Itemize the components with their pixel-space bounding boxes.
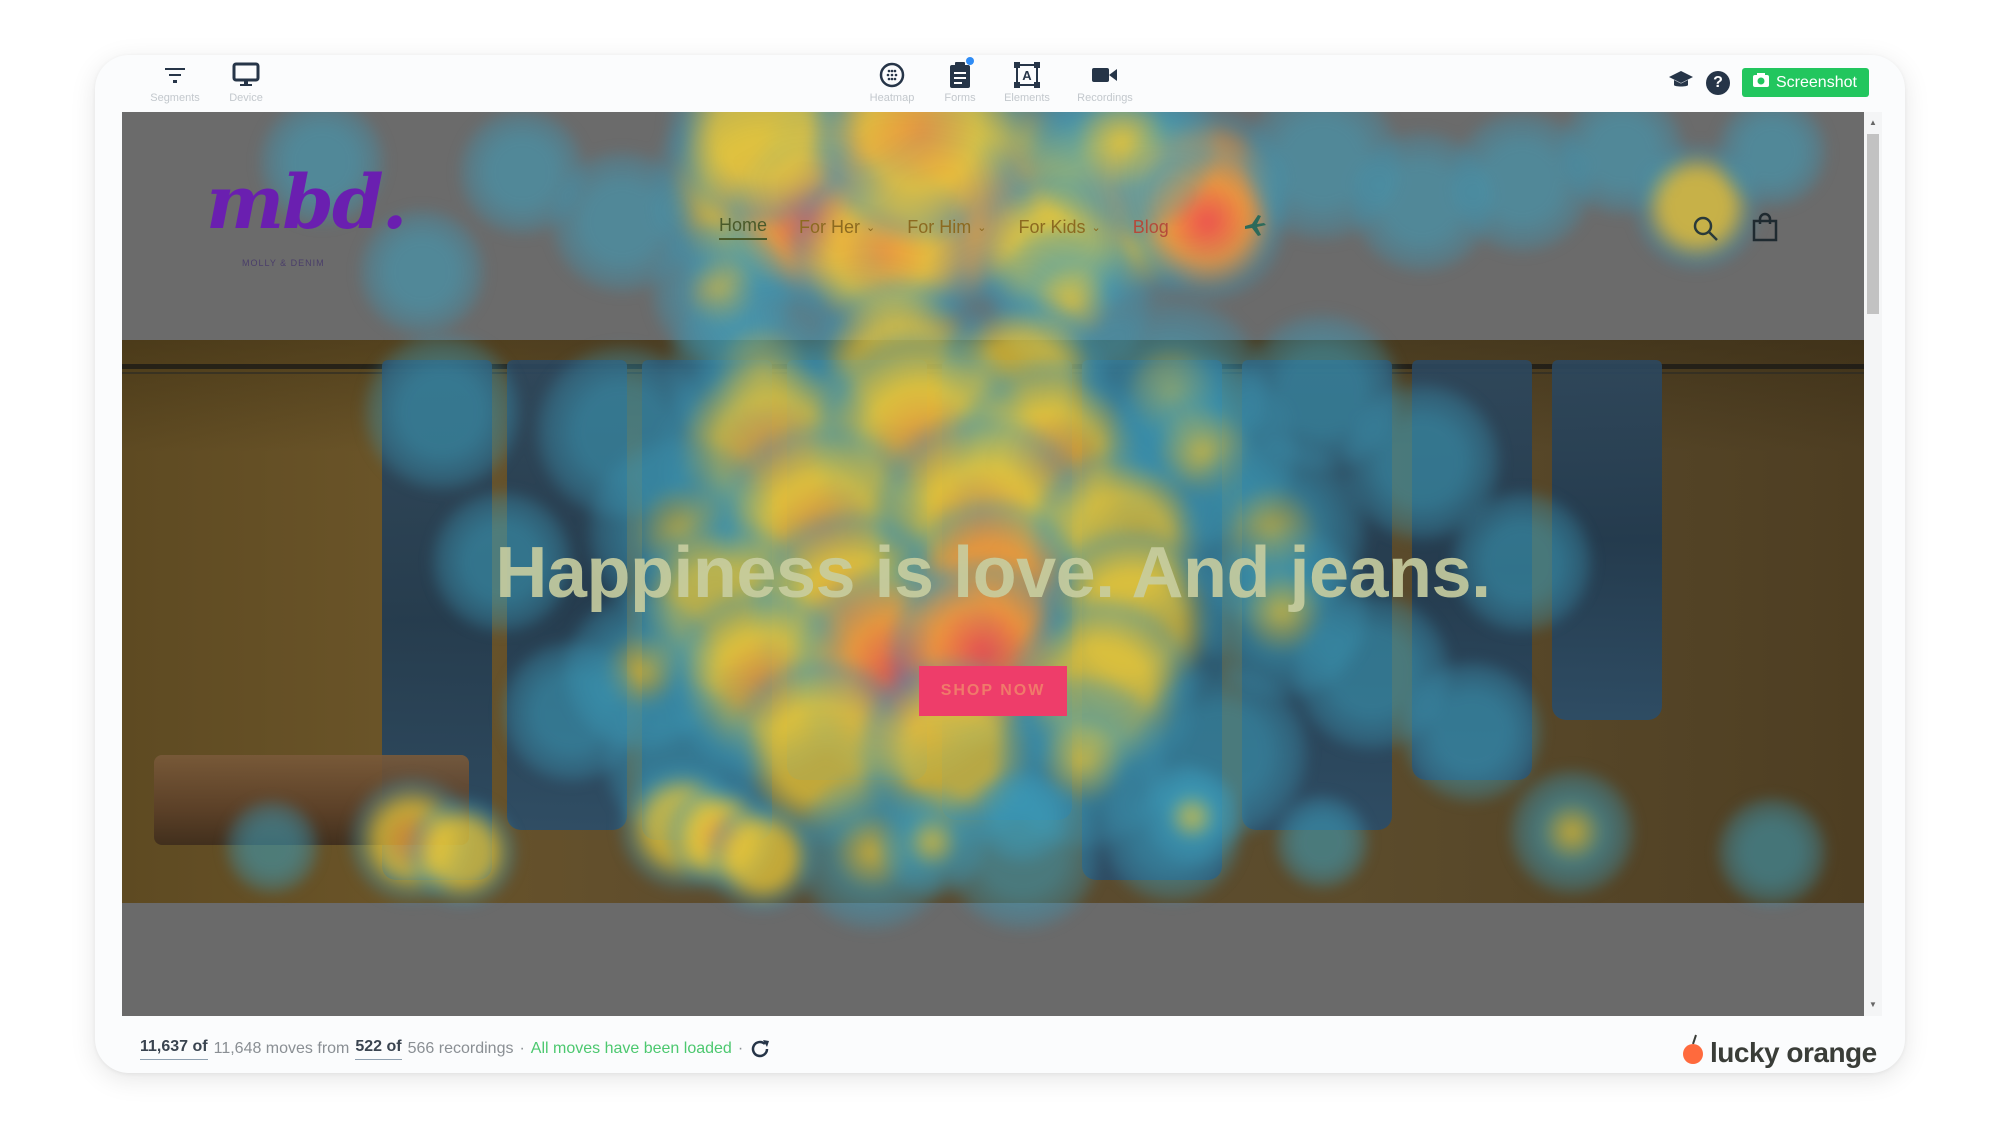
svg-text:A: A xyxy=(1022,68,1032,83)
elements-icon: A xyxy=(987,60,1067,90)
video-camera-icon xyxy=(1065,60,1145,90)
airplane-icon[interactable] xyxy=(1242,212,1268,243)
content-section xyxy=(122,903,1864,1016)
rusty-pipe-image xyxy=(154,755,469,845)
help-icon[interactable]: ? xyxy=(1706,70,1730,95)
recordings-loaded-count[interactable]: 522 of xyxy=(355,1038,402,1060)
scroll-down-arrow-icon[interactable]: ▼ xyxy=(1864,998,1882,1012)
site-logo[interactable]: mbd. xyxy=(206,160,408,246)
search-icon[interactable] xyxy=(1692,215,1720,248)
nav-for-him-label: For Him xyxy=(907,217,972,237)
page-viewport[interactable]: mbd. MOLLY & DENIM Home For Her ⌄ For Him… xyxy=(122,112,1864,1016)
screenshot-button[interactable]: Screenshot xyxy=(1742,68,1869,97)
brand-name: lucky orange xyxy=(1710,1036,1877,1068)
scrollbar-thumb[interactable] xyxy=(1867,134,1879,314)
right-toolbar: ? Screenshot xyxy=(1668,68,1869,97)
nav-for-him[interactable]: For Him ⌄ xyxy=(907,215,986,240)
scroll-up-arrow-icon[interactable]: ▲ xyxy=(1864,116,1882,130)
hero-title: Happiness is love. And jeans. xyxy=(495,533,1491,613)
orange-icon xyxy=(1682,1032,1704,1073)
screenshot-label: Screenshot xyxy=(1776,73,1857,91)
nav-for-her[interactable]: For Her ⌄ xyxy=(799,215,875,240)
chevron-down-icon: ⌄ xyxy=(1091,222,1101,234)
nav-blog[interactable]: Blog xyxy=(1133,215,1169,240)
monitor-icon xyxy=(206,60,286,90)
loaded-message: All moves have been loaded xyxy=(530,1040,732,1057)
chevron-down-icon: ⌄ xyxy=(977,222,987,234)
nav-for-kids[interactable]: For Kids ⌄ xyxy=(1018,215,1100,240)
device-label: Device xyxy=(229,92,263,104)
moves-loaded-count[interactable]: 11,637 of xyxy=(140,1038,208,1060)
site-nav: Home For Her ⌄ For Him ⌄ For Kids ⌄ Blog xyxy=(719,215,1201,240)
hero-banner xyxy=(122,340,1864,903)
recordings-total-text: 566 recordings xyxy=(407,1040,514,1057)
status-bar: 11,637 of 11,648 moves from 522 of 566 r… xyxy=(140,1038,771,1060)
separator: · xyxy=(519,1040,525,1057)
nav-for-kids-label: For Kids xyxy=(1018,217,1086,237)
elements-label: Elements xyxy=(1004,92,1050,104)
device-button[interactable]: Device xyxy=(206,60,286,104)
site-logo-subtitle: MOLLY & DENIM xyxy=(242,258,325,268)
refresh-icon[interactable] xyxy=(749,1038,771,1060)
nav-home-label: Home xyxy=(719,215,768,235)
segments-label: Segments xyxy=(150,92,200,104)
forms-badge xyxy=(966,57,974,65)
elements-tab[interactable]: A Elements xyxy=(987,60,1067,104)
moves-total-text: 11,648 moves from xyxy=(213,1040,350,1057)
shopping-bag-icon[interactable] xyxy=(1752,212,1778,247)
separator: · xyxy=(737,1040,744,1057)
recordings-tab[interactable]: Recordings xyxy=(1065,60,1145,104)
lucky-orange-logo: lucky orange xyxy=(1682,1032,1877,1073)
jeans-image xyxy=(1082,360,1222,880)
shop-now-button[interactable]: SHOP NOW xyxy=(919,666,1067,716)
graduation-cap-icon[interactable] xyxy=(1668,70,1694,95)
nav-blog-label: Blog xyxy=(1132,217,1169,237)
filter-icon xyxy=(135,60,215,90)
nav-for-her-label: For Her xyxy=(799,217,861,237)
page-scrollbar[interactable]: ▲ ▼ xyxy=(1864,112,1882,1016)
nav-home[interactable]: Home xyxy=(719,215,768,240)
chevron-down-icon: ⌄ xyxy=(866,222,876,234)
recordings-label: Recordings xyxy=(1077,92,1133,104)
camera-icon xyxy=(1752,72,1770,93)
segments-button[interactable]: Segments xyxy=(135,60,215,104)
